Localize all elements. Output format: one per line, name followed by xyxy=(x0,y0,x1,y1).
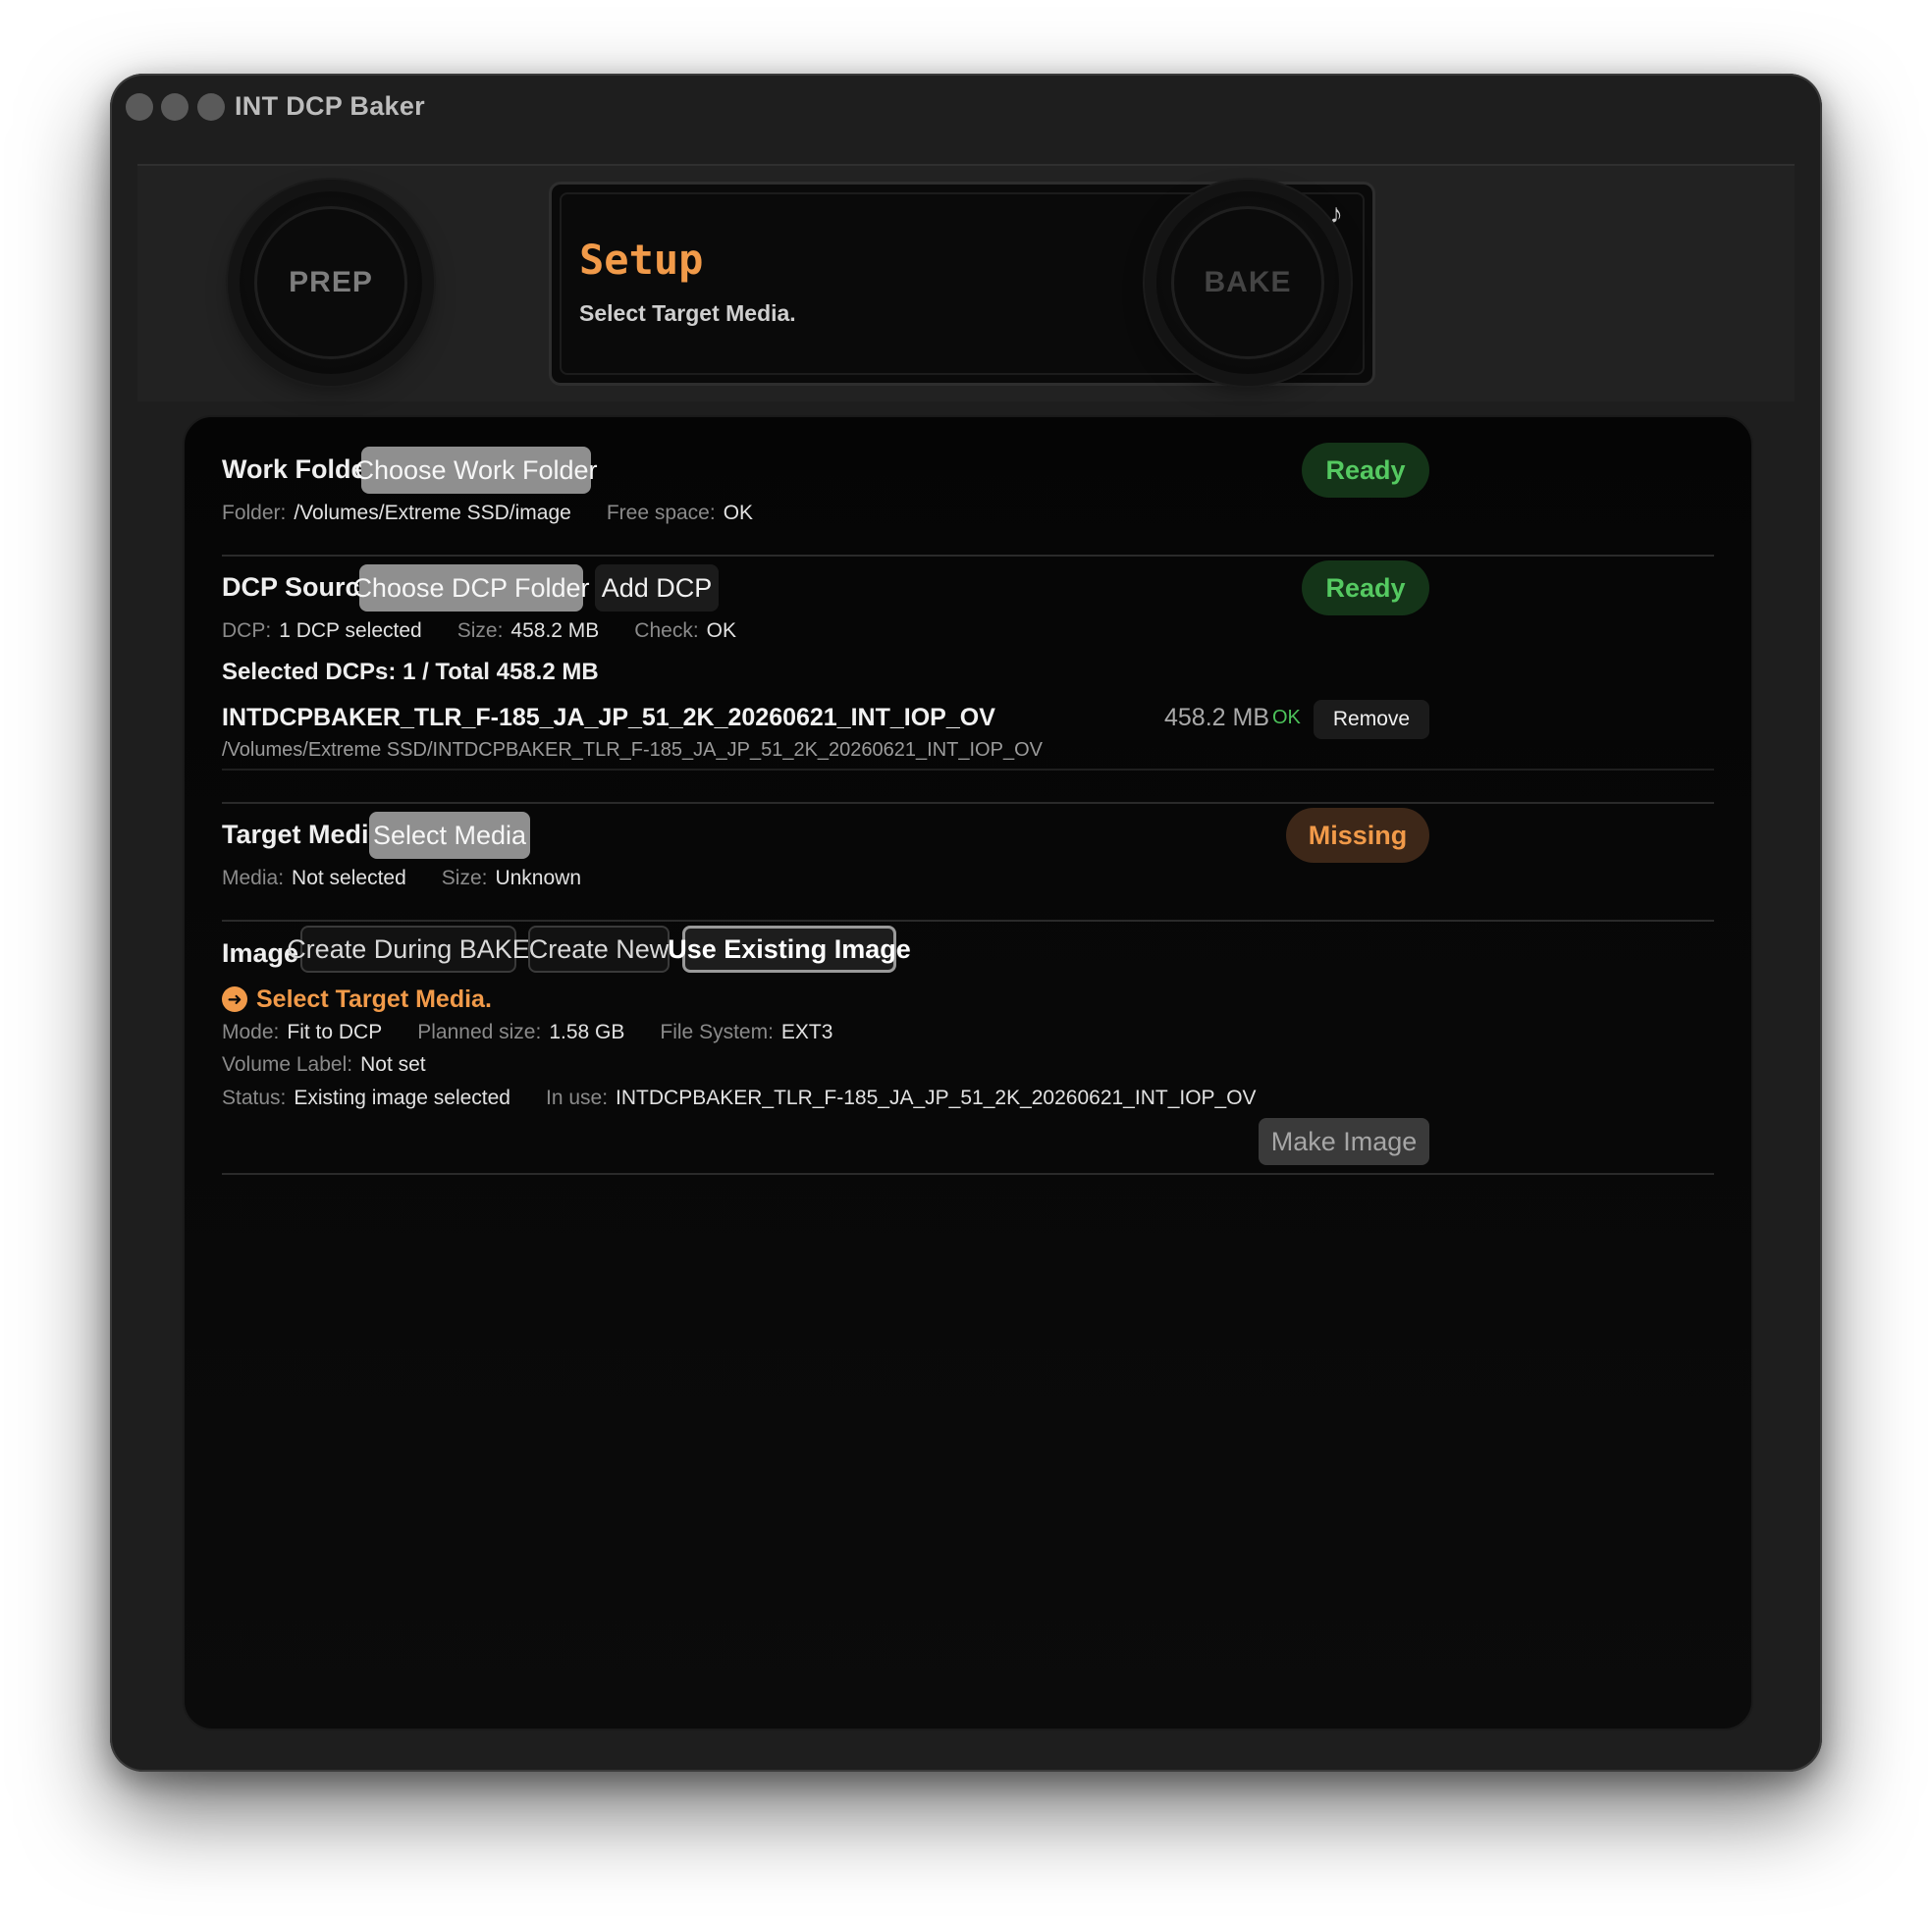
create-during-bake-option[interactable]: Create During BAKE xyxy=(287,926,530,973)
use-existing-image-option[interactable]: Use Existing Image xyxy=(668,926,911,973)
dcp-key: DCP: xyxy=(222,619,272,642)
status-display-subtitle: Select Target Media. xyxy=(579,300,796,326)
dcp-source-info: DCP: 1 DCP selected Size: 458.2 MB Check: OK xyxy=(222,619,772,643)
size-key: Size: xyxy=(456,619,504,642)
dcp-value: 1 DCP selected xyxy=(279,619,422,642)
dcp-source-status-badge: Ready xyxy=(1302,560,1429,615)
file-system-value: EXT3 xyxy=(780,1021,833,1043)
dcp-item-check: OK xyxy=(1272,707,1301,728)
target-media-title: Target Media xyxy=(222,820,384,849)
volume-label-key: Volume Label: xyxy=(222,1053,353,1076)
dcp-item-path: /Volumes/Extreme SSD/INTDCPBAKER_TLR_F-1… xyxy=(222,739,1043,761)
add-dcp-button[interactable]: Add DCP xyxy=(595,564,719,612)
bake-label: BAKE xyxy=(1171,206,1324,359)
choose-dcp-folder-button[interactable]: Choose DCP Folder xyxy=(352,564,590,612)
remove-dcp-button[interactable]: Remove xyxy=(1314,700,1429,739)
media-size-value: Unknown xyxy=(495,867,582,889)
in-use-key: In use: xyxy=(546,1087,609,1109)
check-key: Check: xyxy=(634,619,699,642)
image-status-key: Status: xyxy=(222,1087,287,1109)
title-bar[interactable]: INT DCP Baker xyxy=(110,74,1822,166)
select-media-button[interactable]: Select Media xyxy=(369,812,530,859)
selected-dcps-summary: Selected DCPs: 1 / Total 458.2 MB xyxy=(222,659,599,685)
folder-key: Folder: xyxy=(222,502,287,524)
section-divider xyxy=(222,1173,1714,1175)
free-space-key: Free space: xyxy=(606,502,716,524)
image-status-value: Existing image selected xyxy=(294,1087,510,1109)
section-divider xyxy=(222,802,1714,804)
image-info-row-2: Volume Label: Not set xyxy=(222,1053,461,1077)
prep-label: PREP xyxy=(254,206,407,359)
prep-knob[interactable]: PREP xyxy=(240,191,422,374)
dcp-item-name: INTDCPBAKER_TLR_F-185_JA_JP_51_2K_202606… xyxy=(222,704,995,731)
media-key: Media: xyxy=(222,867,285,889)
make-image-button[interactable]: Make Image xyxy=(1259,1118,1429,1165)
mode-value: Fit to DCP xyxy=(287,1021,383,1043)
main-panel: Work Folder Choose Work Folder Ready Fol… xyxy=(183,415,1753,1730)
target-media-status-badge: Missing xyxy=(1286,808,1429,863)
create-new-option[interactable]: Create New xyxy=(528,926,670,973)
section-divider xyxy=(222,920,1714,922)
image-info-row-3: Status: Existing image selected In use: INT… xyxy=(222,1087,1292,1110)
window-title: INT DCP Baker xyxy=(235,91,425,121)
media-size-key: Size: xyxy=(441,867,488,889)
in-use-value: INTDCPBAKER_TLR_F-185_JA_JP_51_2K_202606… xyxy=(616,1087,1257,1109)
free-space-value: OK xyxy=(723,502,754,524)
status-display-title: Setup xyxy=(579,236,704,284)
dcp-source-title: DCP Source xyxy=(222,572,375,602)
dcp-item-size: 458.2 MB xyxy=(1164,704,1270,731)
media-value: Not selected xyxy=(292,867,406,889)
planned-size-key: Planned size: xyxy=(417,1021,542,1043)
folder-value: /Volumes/Extreme SSD/image xyxy=(294,502,571,524)
work-folder-status-badge: Ready xyxy=(1302,443,1429,498)
check-value: OK xyxy=(706,619,736,642)
image-info-row-1: Mode: Fit to DCP Planned size: 1.58 GB File … xyxy=(222,1021,868,1044)
mode-key: Mode: xyxy=(222,1021,280,1043)
file-system-key: File System: xyxy=(660,1021,774,1043)
work-folder-title: Work Folder xyxy=(222,454,377,484)
image-warning: Select Target Media. xyxy=(256,985,492,1013)
work-folder-info: Folder: /Volumes/Extreme SSD/image Free sp… xyxy=(222,502,788,525)
choose-work-folder-button[interactable]: Choose Work Folder xyxy=(354,447,598,494)
section-divider xyxy=(222,555,1714,557)
dcp-item-divider xyxy=(222,769,1714,771)
volume-label-value: Not set xyxy=(360,1053,426,1076)
music-note-icon[interactable]: ♪ xyxy=(1329,198,1343,230)
minimize-window-button[interactable] xyxy=(161,93,188,121)
app-window: INT DCP Baker PREP Setup Select Target M… xyxy=(110,74,1822,1772)
zoom-window-button[interactable] xyxy=(197,93,225,121)
planned-size-value: 1.58 GB xyxy=(549,1021,625,1043)
bake-knob[interactable]: BAKE xyxy=(1156,191,1339,374)
target-media-info: Media: Not selected Size: Unknown xyxy=(222,867,617,890)
close-window-button[interactable] xyxy=(126,93,153,121)
arrow-right-circle-icon: ➜ xyxy=(222,986,247,1012)
size-value: 458.2 MB xyxy=(510,619,600,642)
